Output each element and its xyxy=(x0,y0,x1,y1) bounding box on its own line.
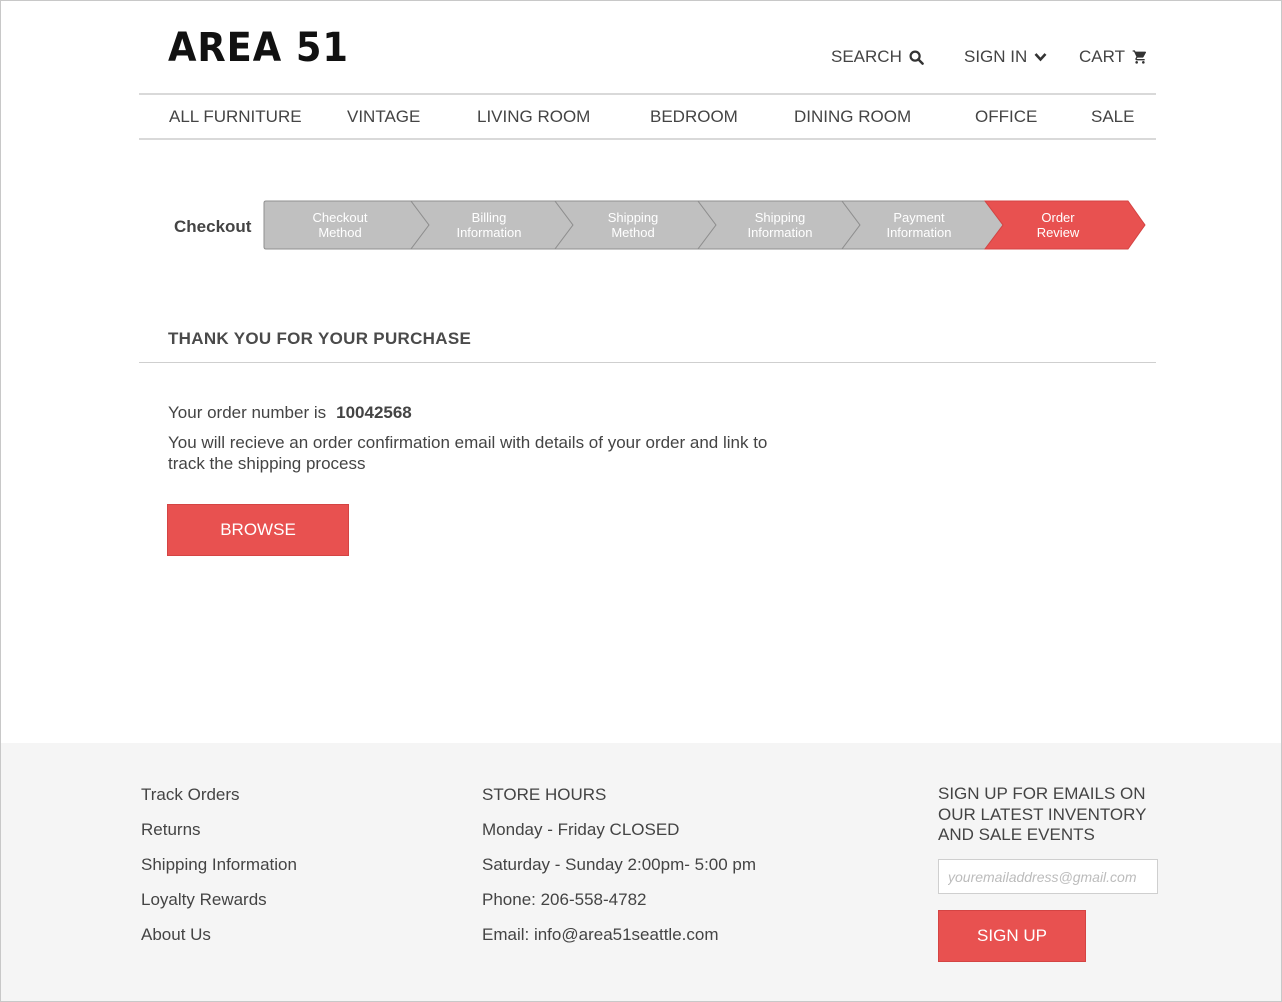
nav-item-vintage[interactable]: VINTAGE xyxy=(347,107,420,127)
order-number-line: Your order number is 10042568 xyxy=(168,403,412,423)
nav-item-dining-room[interactable]: DINING ROOM xyxy=(794,107,911,127)
step-line: Billing xyxy=(471,210,507,225)
sign-in-label: SIGN IN xyxy=(964,47,1028,66)
site-logo[interactable]: AREA 51 xyxy=(168,25,349,71)
footer-link-loyalty-rewards[interactable]: Loyalty Rewards xyxy=(141,890,267,910)
step-line: Shipping xyxy=(607,210,659,225)
order-number: 10042568 xyxy=(336,403,412,422)
step-line: Information xyxy=(747,225,813,240)
signup-description: SIGN UP FOR EMAILS ON OUR LATEST INVENTO… xyxy=(938,784,1147,844)
step-line: Information xyxy=(456,225,522,240)
step-line: Review xyxy=(1036,225,1080,240)
step-shipping-information[interactable]: Shipping Information xyxy=(720,210,840,240)
cart-label: CART xyxy=(1079,47,1125,66)
step-line: Information xyxy=(886,225,952,240)
store-hours-heading: STORE HOURS xyxy=(482,785,607,804)
nav-item-living-room[interactable]: LIVING ROOM xyxy=(477,107,590,127)
step-line: Method xyxy=(611,225,655,240)
nav-item-bedroom[interactable]: BEDROOM xyxy=(650,107,738,127)
nav-divider-top xyxy=(139,93,1156,95)
step-payment-information[interactable]: Payment Information xyxy=(859,210,979,240)
cart-icon xyxy=(1132,49,1148,65)
nav-item-sale[interactable]: SALE xyxy=(1091,107,1134,127)
footer-link-returns[interactable]: Returns xyxy=(141,820,201,840)
step-checkout-method[interactable]: Checkout Method xyxy=(280,210,400,240)
store-hours-weekend: Saturday - Sunday 2:00pm- 5:00 pm xyxy=(482,855,757,874)
step-line: Payment xyxy=(893,210,945,225)
nav-item-all-furniture[interactable]: ALL FURNITURE xyxy=(169,107,302,127)
store-phone: Phone: 206-558-4782 xyxy=(482,890,647,909)
confirmation-message: You will recieve an order confirmation e… xyxy=(168,433,768,473)
search-button[interactable]: SEARCH xyxy=(831,47,924,67)
step-line: Method xyxy=(318,225,362,240)
footer-link-shipping-information[interactable]: Shipping Information xyxy=(141,855,297,875)
checkout-progress-label: Checkout xyxy=(174,217,252,236)
step-order-review[interactable]: Order Review xyxy=(998,210,1118,240)
nav-divider-bottom xyxy=(139,138,1156,140)
browse-button[interactable]: BROWSE xyxy=(167,504,349,556)
step-line: Checkout xyxy=(312,210,368,225)
order-number-prefix: Your order number is xyxy=(168,403,327,422)
step-shipping-method[interactable]: Shipping Method xyxy=(573,210,693,240)
chevron-down-icon xyxy=(1034,52,1047,62)
step-line: Shipping xyxy=(754,210,806,225)
footer-link-about-us[interactable]: About Us xyxy=(141,925,211,945)
search-icon xyxy=(909,49,924,65)
title-divider xyxy=(139,362,1156,363)
store-hours-weekday: Monday - Friday CLOSED xyxy=(482,820,680,839)
email-field[interactable] xyxy=(938,859,1158,894)
search-label: SEARCH xyxy=(831,47,902,66)
nav-item-office[interactable]: OFFICE xyxy=(975,107,1037,127)
sign-up-button[interactable]: SIGN UP xyxy=(938,910,1086,962)
step-line: Order xyxy=(1041,210,1075,225)
page-title: THANK YOU FOR YOUR PURCHASE xyxy=(168,329,472,348)
store-email: Email: info@area51seattle.com xyxy=(482,925,719,944)
cart-button[interactable]: CART xyxy=(1079,47,1148,67)
step-billing-information[interactable]: Billing Information xyxy=(429,210,549,240)
footer-link-track-orders[interactable]: Track Orders xyxy=(141,785,240,805)
sign-in-dropdown[interactable]: SIGN IN xyxy=(964,47,1047,67)
